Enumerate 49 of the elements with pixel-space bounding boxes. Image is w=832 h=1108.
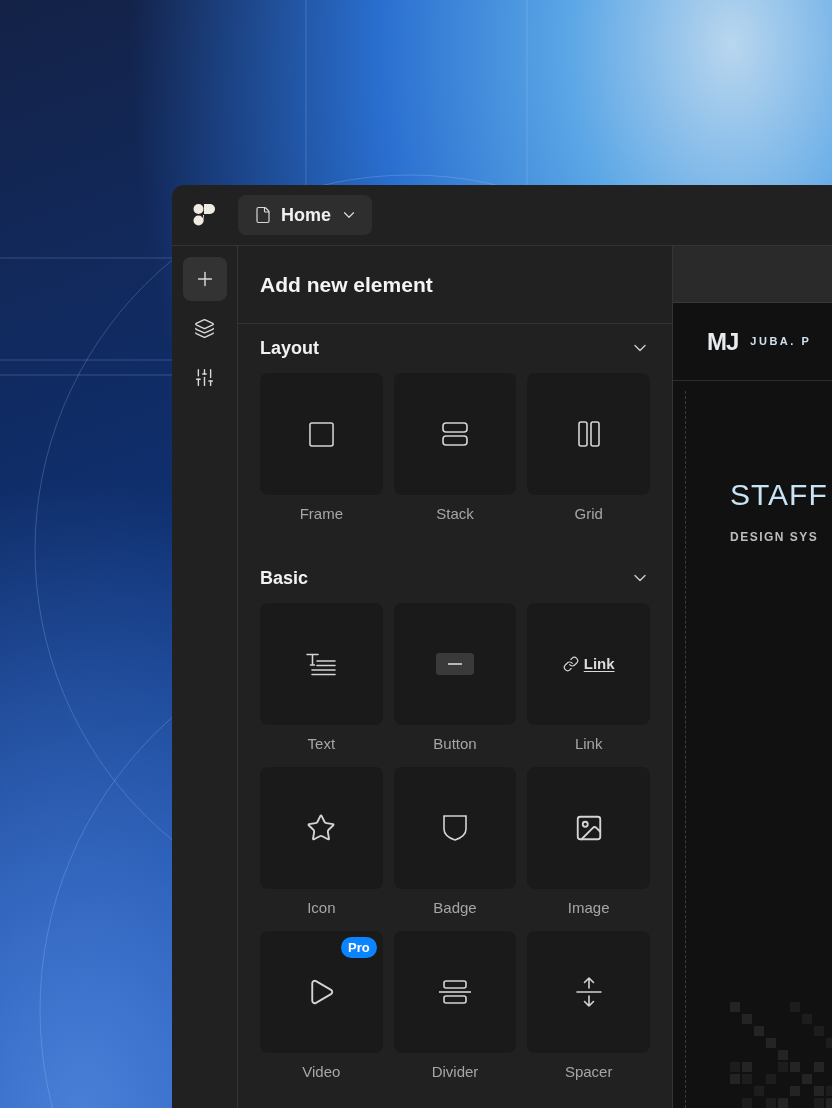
element-tile[interactable]	[260, 603, 383, 725]
file-icon	[254, 206, 272, 224]
app-logo-icon	[193, 203, 215, 227]
element-tile[interactable]	[393, 603, 517, 725]
divider-icon	[438, 980, 472, 1004]
element-label: Image	[567, 898, 610, 918]
element-label: Button	[433, 734, 477, 754]
element-label: Spacer	[564, 1062, 613, 1082]
element-tile[interactable]	[527, 373, 650, 495]
element-tile[interactable]	[393, 767, 517, 889]
shield-icon	[442, 814, 468, 842]
rail-tool-button[interactable]	[182, 257, 227, 301]
link-preview-text: Link	[583, 653, 615, 674]
element-label: Badge	[433, 898, 477, 918]
square-icon	[308, 421, 334, 447]
section-header[interactable]: Basic	[260, 567, 650, 589]
panel-title: Add new element	[260, 271, 433, 298]
element-label: Text	[307, 734, 336, 754]
element-label: Divider	[431, 1062, 479, 1082]
brand-name: JUBA. P	[750, 334, 812, 350]
element-label: Video	[302, 1062, 341, 1082]
pro-badge: Pro	[341, 937, 377, 958]
layers-icon	[194, 317, 215, 339]
element-tile[interactable]	[393, 931, 517, 1053]
element-label: Link	[574, 734, 603, 754]
preview-subheading: DESIGN SYS	[730, 529, 820, 545]
section-header[interactable]: Layout	[260, 337, 650, 359]
element-label: Stack	[436, 504, 474, 524]
text-lines-icon	[306, 652, 337, 676]
chain-link-icon	[562, 656, 579, 672]
element-tile[interactable]: Link	[527, 603, 650, 725]
element-tile[interactable]	[527, 931, 650, 1053]
element-tile[interactable]: Pro	[260, 931, 383, 1053]
element-tile[interactable]	[260, 767, 383, 889]
vertical-arrows-icon	[575, 976, 602, 1008]
element-tile[interactable]	[260, 373, 383, 495]
button-shape-icon	[436, 653, 474, 675]
element-label: Icon	[307, 898, 336, 918]
columns-icon	[577, 421, 600, 447]
preview-heading: STAFF	[730, 477, 829, 513]
element-tile[interactable]	[527, 767, 650, 889]
sliders-icon	[194, 366, 215, 388]
element-label: Grid	[574, 504, 603, 524]
stacked-rows-icon	[442, 422, 468, 446]
page-menu-button[interactable]: Home	[238, 195, 372, 235]
brand-logo: MJ	[707, 329, 739, 354]
element-tile[interactable]	[393, 373, 517, 495]
element-label: Frame	[299, 504, 343, 524]
star-icon	[306, 813, 337, 843]
